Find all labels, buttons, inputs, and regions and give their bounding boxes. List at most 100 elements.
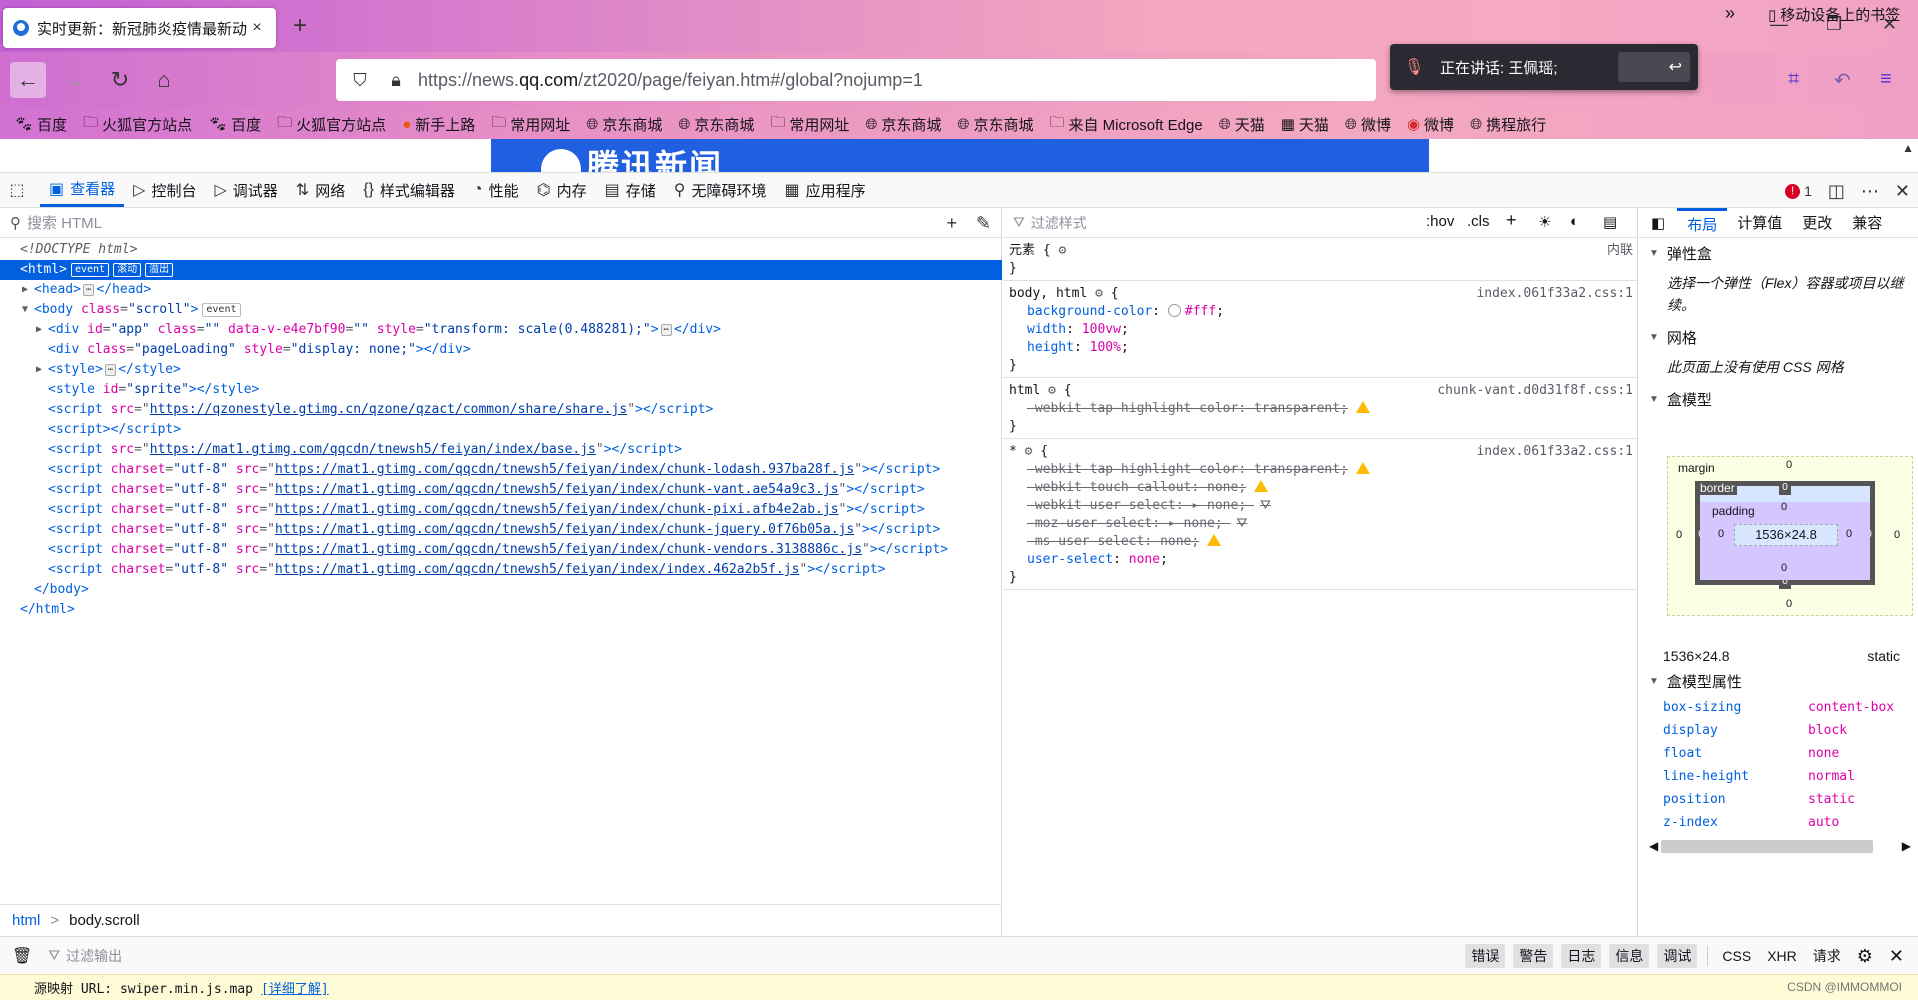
tab-storage[interactable]: ▤ 存储 bbox=[596, 173, 665, 207]
margin-right-value[interactable]: 0 bbox=[1894, 529, 1900, 541]
boxmodel-props-header[interactable]: ▼ 盒模型属性 bbox=[1639, 666, 1742, 696]
css-declaration[interactable]: -webkit-tap-highlight-color: transparent… bbox=[1009, 400, 1631, 418]
bookmark-item[interactable]: 🗀 常用网址 bbox=[491, 112, 570, 137]
script-src-link[interactable]: https://mat1.gtimg.com/qqcdn/tnewsh5/fei… bbox=[275, 462, 854, 477]
script-src-link[interactable]: https://mat1.gtimg.com/qqcdn/tnewsh5/fei… bbox=[275, 522, 854, 537]
flexbox-section-header[interactable]: ▼ 弹性盒 bbox=[1639, 238, 1918, 268]
script-node[interactable]: <script src="https://mat1.gtimg.com/qqcd… bbox=[0, 440, 1002, 460]
hov-toggle-button[interactable]: :hov bbox=[1426, 213, 1454, 230]
filter-styles-input[interactable]: 过滤样式 bbox=[1031, 213, 1087, 233]
css-declaration[interactable]: height: 100%; bbox=[1009, 339, 1631, 357]
screenshot-crop-icon[interactable]: ⌗ bbox=[1788, 68, 1799, 91]
doctype-node[interactable]: <!DOCTYPE html> bbox=[0, 240, 1002, 260]
css-declaration[interactable]: user-select: none; bbox=[1009, 551, 1631, 569]
console-level-0[interactable]: 错误 bbox=[1465, 944, 1506, 968]
css-declaration[interactable]: -webkit-user-select: ▸ none; ⛛ bbox=[1009, 497, 1631, 515]
filter-icon[interactable]: ⛛ bbox=[1260, 498, 1271, 513]
breadcrumb-html[interactable]: html bbox=[12, 912, 40, 929]
layout-tab-2[interactable]: 更改 bbox=[1792, 208, 1842, 237]
dock-options-icon[interactable]: ◫ bbox=[1828, 181, 1845, 202]
reload-button[interactable]: ↻ bbox=[102, 62, 138, 98]
bookmark-item[interactable]: 🌐︎ 携程旅行 bbox=[1470, 114, 1546, 135]
bookmark-item[interactable]: 🌐︎ 京东商城 bbox=[678, 114, 754, 135]
gear-icon[interactable]: ⚙ bbox=[1058, 243, 1066, 258]
gear-icon[interactable]: ⚙ bbox=[1095, 286, 1103, 301]
bookmarks-overflow-button[interactable]: » bbox=[1725, 3, 1735, 24]
rule-source-link[interactable]: chunk-vant.d0d31f8f.css:1 bbox=[1437, 382, 1633, 400]
filter-icon[interactable]: ⛛ bbox=[1237, 516, 1248, 531]
html-search-bar[interactable]: ⚲ 搜索 HTML + ✎ bbox=[0, 208, 1001, 238]
script-src-link[interactable]: https://mat1.gtimg.com/qqcdn/tnewsh5/fei… bbox=[275, 502, 839, 517]
content-box-size[interactable]: 1536×24.8 bbox=[1734, 524, 1838, 546]
tab-application[interactable]: ▦ 应用程序 bbox=[775, 173, 874, 207]
expand-triangle-icon[interactable]: ▶ bbox=[22, 280, 28, 300]
undo-icon[interactable]: ↶ bbox=[1834, 68, 1851, 93]
element-picker-button[interactable]: ⬚ bbox=[0, 173, 40, 207]
forward-button[interactable]: → bbox=[56, 62, 92, 98]
layout-tab-1[interactable]: 计算值 bbox=[1727, 208, 1792, 237]
expand-triangle-icon[interactable]: ▶ bbox=[36, 320, 42, 340]
mobile-bookmarks-folder[interactable]: ▯ 移动设备上的书签 bbox=[1768, 4, 1900, 25]
sprite-style-node[interactable]: <style id="sprite"></style> bbox=[0, 380, 1002, 400]
bookmark-item[interactable]: 🗀 常用网址 bbox=[770, 112, 849, 137]
cls-toggle-button[interactable]: .cls bbox=[1467, 213, 1490, 230]
css-declaration[interactable]: -webkit-touch-callout: none; bbox=[1009, 479, 1631, 497]
html-badge[interactable]: 滚动 bbox=[113, 263, 142, 277]
script-node[interactable]: <script charset="utf-8" src="https://mat… bbox=[0, 520, 1002, 540]
grid-section-header[interactable]: ▼ 网格 bbox=[1639, 322, 1918, 352]
scrollbar-thumb[interactable] bbox=[1661, 840, 1873, 853]
script-node[interactable]: <script charset="utf-8" src="https://mat… bbox=[0, 460, 1002, 480]
console-level-2[interactable]: 日志 bbox=[1561, 944, 1602, 968]
padding-top-value[interactable]: 0 bbox=[1781, 501, 1787, 513]
html-search-input[interactable]: 搜索 HTML bbox=[27, 212, 102, 233]
warning-icon[interactable] bbox=[1355, 462, 1370, 474]
css-declaration[interactable]: background-color: #fff; bbox=[1009, 303, 1631, 321]
learn-more-link[interactable]: [详细了解] bbox=[261, 978, 329, 997]
warning-icon[interactable] bbox=[1254, 480, 1269, 492]
scroll-left-icon[interactable]: ◀ bbox=[1649, 839, 1658, 853]
script-src-link[interactable]: https://mat1.gtimg.com/qqcdn/tnewsh5/fei… bbox=[275, 482, 839, 497]
error-count-badge[interactable]: ! 1 bbox=[1785, 183, 1812, 199]
tracking-shield-icon[interactable]: ⛉ bbox=[346, 70, 374, 91]
page-loading-node[interactable]: <div class="pageLoading" style="display:… bbox=[0, 340, 1002, 360]
trash-icon[interactable]: 🗑︎ bbox=[12, 946, 32, 966]
console-level-3[interactable]: 信息 bbox=[1609, 944, 1650, 968]
padding-bottom-value[interactable]: 0 bbox=[1781, 562, 1787, 574]
bookmark-item[interactable]: 🐾︎ 百度 bbox=[208, 114, 261, 135]
tab-console[interactable]: ▷ 控制台 bbox=[124, 173, 205, 207]
scroll-right-icon[interactable]: ▶ bbox=[1902, 839, 1911, 853]
gear-icon[interactable]: ⚙ bbox=[1025, 444, 1033, 459]
bookmark-item[interactable]: 🗀 火狐官方站点 bbox=[83, 112, 192, 137]
more-options-icon[interactable]: ⋯ bbox=[1861, 181, 1879, 202]
light-scheme-icon[interactable]: ☀ bbox=[1538, 213, 1551, 231]
inline-script-node[interactable]: <script></script> bbox=[0, 420, 1002, 440]
bookmark-item[interactable]: 🌐︎ 京东商城 bbox=[865, 114, 941, 135]
body-node[interactable]: ▼ <body class="scroll"> event bbox=[0, 300, 1002, 320]
bookmark-item[interactable]: ◉ 微博 bbox=[1407, 114, 1454, 135]
script-node[interactable]: <script charset="utf-8" src="https://mat… bbox=[0, 560, 1002, 580]
console-filter-input[interactable]: 过滤输出 bbox=[66, 946, 122, 966]
html-badge[interactable]: 溢出 bbox=[145, 263, 174, 277]
bookmark-item[interactable]: ● 新手上路 bbox=[402, 114, 475, 135]
console-level-1[interactable]: 警告 bbox=[1513, 944, 1554, 968]
bookmark-item[interactable]: 🌐︎ 京东商城 bbox=[586, 114, 662, 135]
padding-right-value[interactable]: 0 bbox=[1846, 528, 1852, 540]
padding-left-value[interactable]: 0 bbox=[1718, 528, 1724, 540]
margin-top-value[interactable]: 0 bbox=[1786, 459, 1792, 471]
script-node[interactable]: <script charset="utf-8" src="https://mat… bbox=[0, 540, 1002, 560]
url-bar[interactable]: ⛉ 🔒︎ https://news.qq.com/zt2020/page/fei… bbox=[336, 59, 1376, 101]
bookmark-item[interactable]: 🌐︎ 微博 bbox=[1345, 114, 1391, 135]
tab-accessibility[interactable]: ⚲ 无障碍环境 bbox=[665, 173, 776, 207]
border-top-value[interactable]: 0 bbox=[1779, 481, 1791, 495]
add-rule-icon[interactable]: + bbox=[1506, 210, 1517, 231]
back-button[interactable]: ← bbox=[10, 62, 46, 98]
active-tab[interactable]: 实时更新：新冠肺炎疫情最新动 × bbox=[3, 8, 276, 48]
bookmark-item[interactable]: ▦ 天猫 bbox=[1281, 114, 1329, 135]
toggle-sidebar-icon[interactable]: ◧ bbox=[1639, 208, 1677, 237]
margin-left-value[interactable]: 0 bbox=[1676, 529, 1682, 541]
print-media-icon[interactable]: ▤ bbox=[1603, 213, 1617, 231]
bookmark-item[interactable]: 🗀 来自 Microsoft Edge bbox=[1049, 112, 1202, 137]
bookmark-item[interactable]: 🗀 火狐官方站点 bbox=[277, 112, 386, 137]
console-type-0[interactable]: CSS bbox=[1722, 948, 1751, 964]
html-badge[interactable]: event bbox=[70, 263, 110, 277]
